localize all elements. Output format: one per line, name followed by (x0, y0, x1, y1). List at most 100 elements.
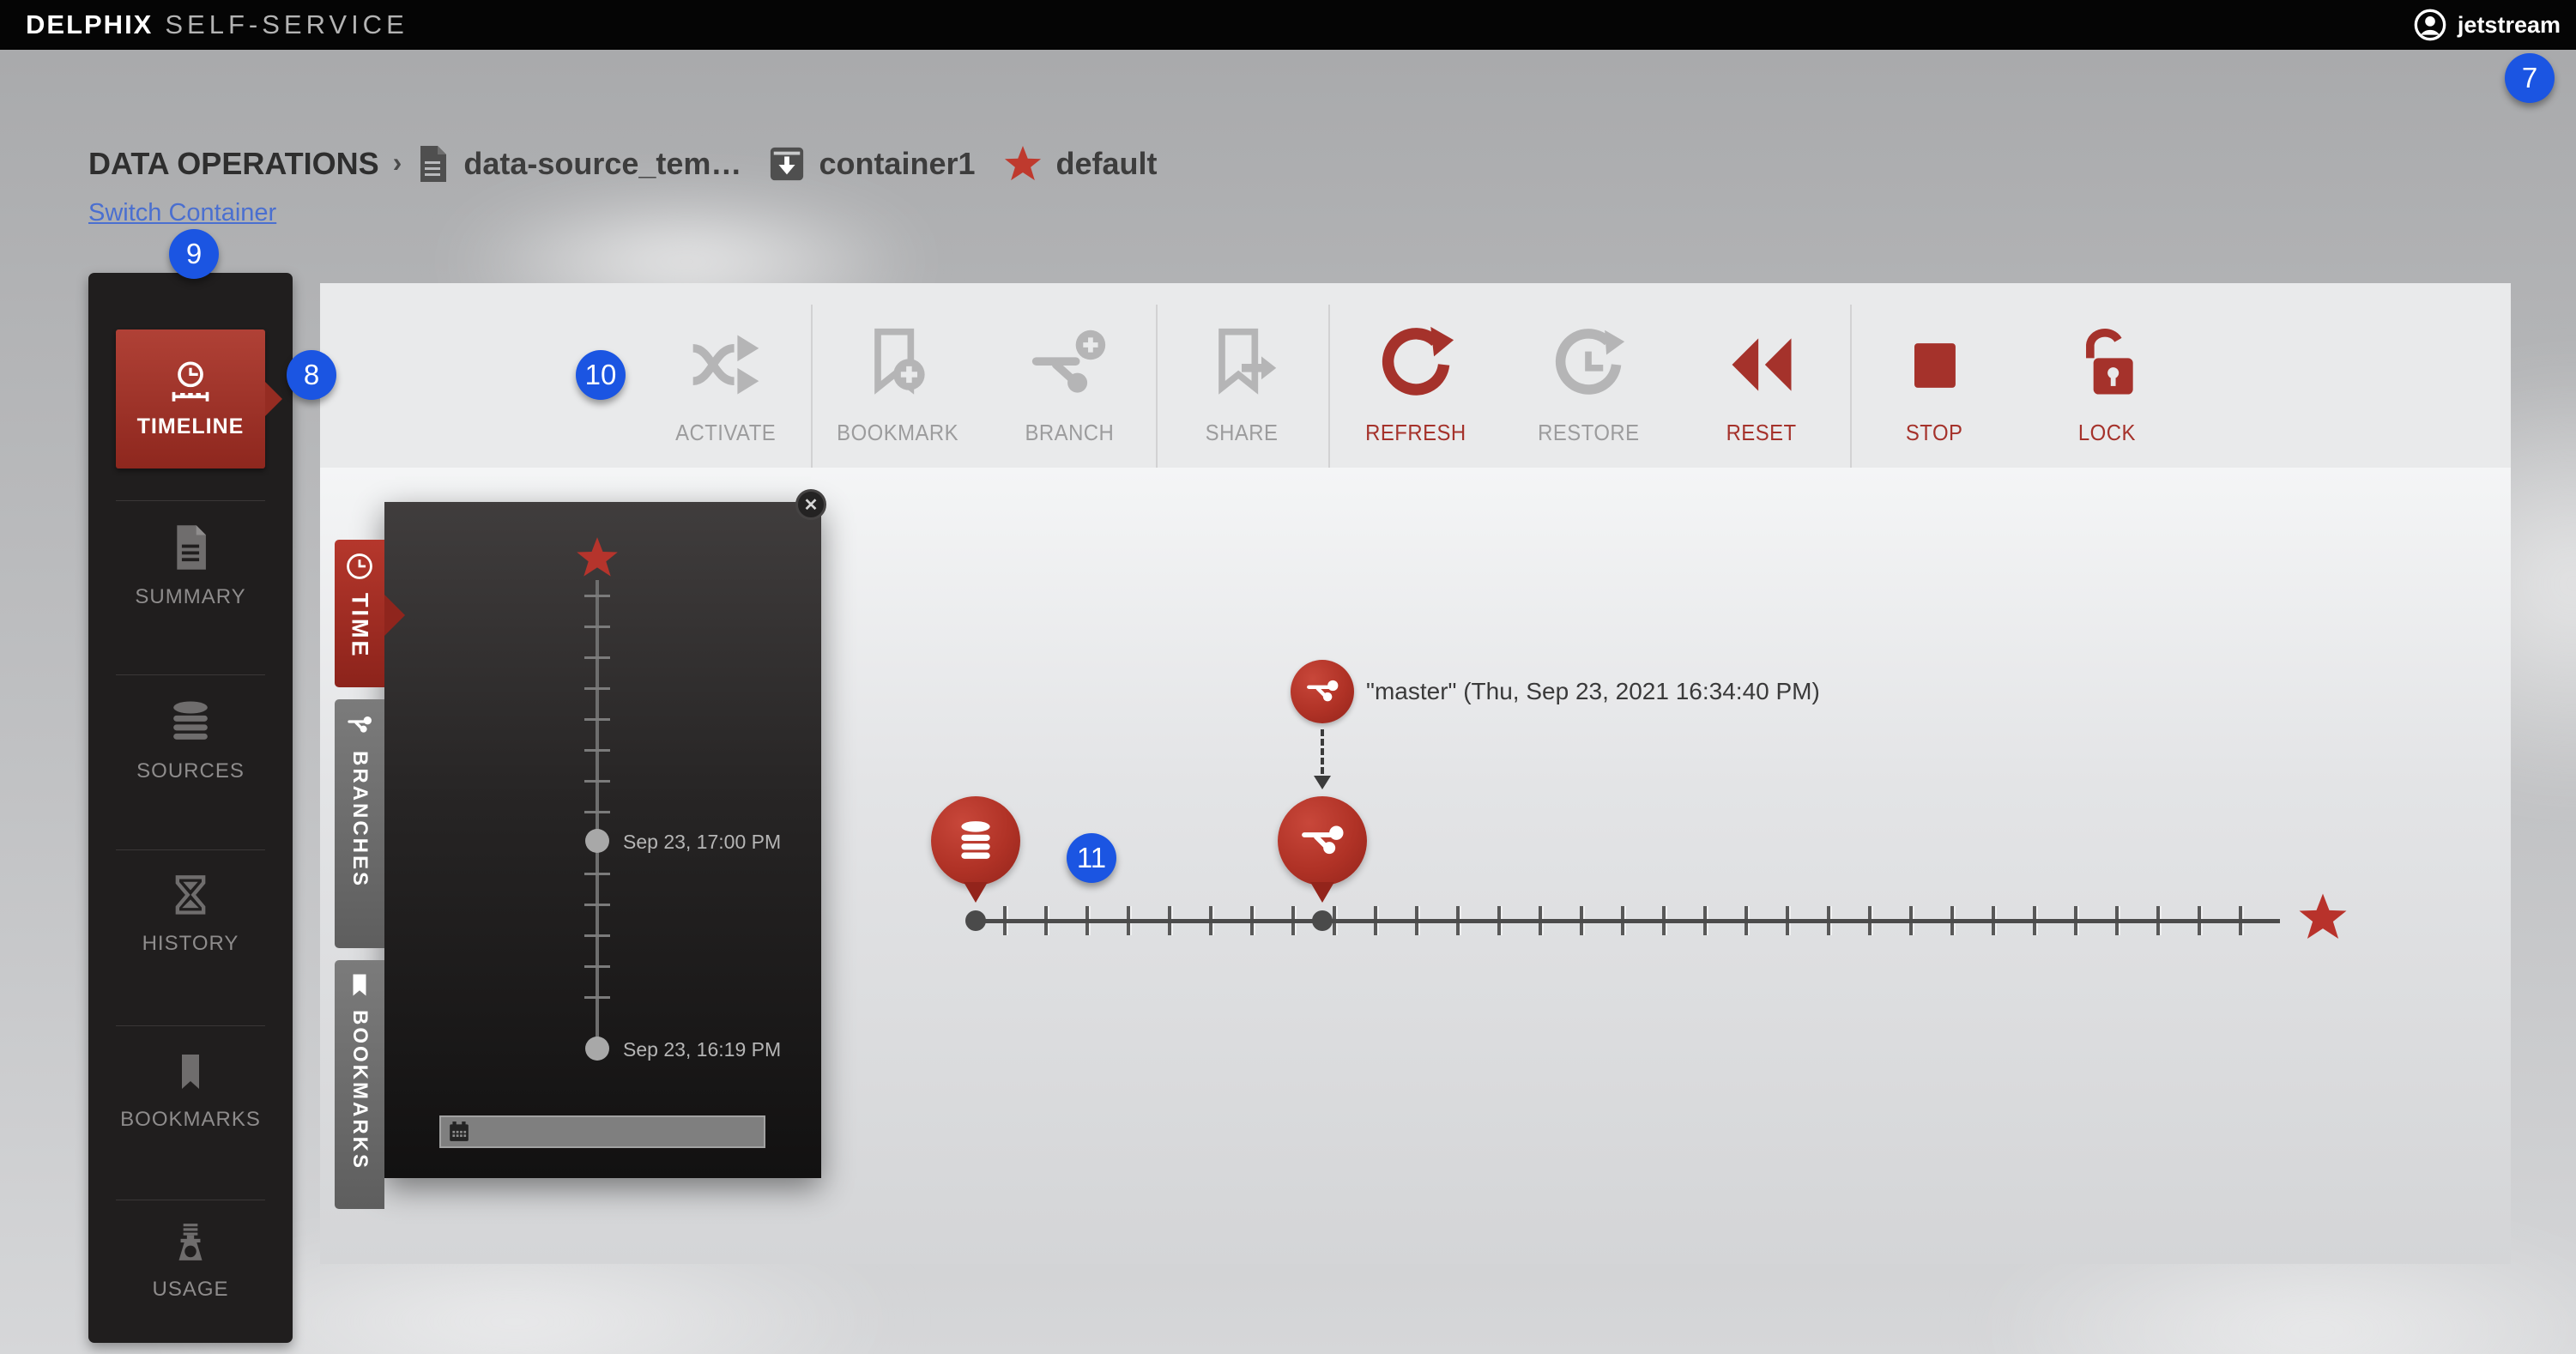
callout-badge-9: 9 (169, 229, 219, 279)
toolbar-button-restore[interactable]: RESTORE (1520, 300, 1657, 446)
toolbar-button-label: SHARE (1206, 420, 1279, 446)
sidebar-divider (116, 849, 265, 850)
sidebar-divider (116, 674, 265, 675)
sidebar-nav: TIMELINE SUMMARY (88, 273, 293, 1343)
sidebar-item-sources[interactable]: SOURCES (116, 699, 265, 783)
master-branch-annotation: "master" (Thu, Sep 23, 2021 16:34:40 PM) (1366, 678, 1820, 705)
toolbar-button-label: RESTORE (1538, 420, 1639, 446)
toolbar-button-share[interactable]: SHARE (1173, 300, 1310, 446)
database-icon (954, 819, 997, 862)
bookmark-icon (170, 1049, 211, 1094)
app-root: DELPHIX SELF-SERVICE jetstream DATA OPER… (0, 0, 2576, 1354)
refresh-icon (1376, 325, 1455, 404)
breadcrumb-container[interactable]: container1 (819, 146, 975, 182)
toolbar-button-bookmark[interactable]: BOOKMARK (829, 300, 966, 446)
toolbar-button-label: LOCK (2078, 420, 2136, 446)
source-marker-balloon[interactable] (931, 796, 1020, 886)
sidebar-item-label: USAGE (152, 1278, 228, 1302)
branch-marker-balloon[interactable] (1278, 796, 1367, 886)
popup-time-dot-top[interactable] (585, 829, 609, 853)
bookmark-icon (347, 972, 372, 998)
toolbar-button-stop[interactable]: STOP (1865, 300, 2003, 446)
toolbar-button-label: REFRESH (1365, 420, 1466, 446)
popup-timeline-line[interactable] (596, 580, 599, 1049)
main-timeline-line[interactable] (976, 919, 2280, 923)
clock-timeline-icon (168, 360, 213, 404)
timeline-popup: ✕ TIME BRANCHES (384, 502, 821, 1178)
sidebar-item-label: BOOKMARKS (120, 1108, 261, 1132)
popup-time-label-bottom: Sep 23, 16:19 PM (623, 1038, 781, 1061)
date-picker-input[interactable] (439, 1115, 765, 1148)
branch-icon (1298, 817, 1346, 865)
switch-container-link[interactable]: Switch Container (88, 199, 276, 227)
branch-plus-icon (1030, 325, 1109, 404)
sidebar-divider (116, 1025, 265, 1026)
popup-tab-label: BRANCHES (348, 751, 372, 888)
toolbar-divider (1156, 305, 1158, 468)
rewind-icon (1722, 325, 1801, 404)
template-document-icon (415, 144, 450, 184)
toolbar-button-reset[interactable]: RESET (1693, 300, 1830, 446)
toolbar-button-branch[interactable]: BRANCH (1001, 300, 1138, 446)
popup-time-dot-bottom[interactable] (585, 1037, 609, 1061)
toolbar-button-label: RESET (1726, 420, 1797, 446)
bookmark-plus-icon (858, 325, 937, 404)
popup-tab-branches[interactable]: BRANCHES (335, 699, 384, 948)
toolbar-button-label: BOOKMARK (837, 420, 958, 446)
callout-badge-8: 8 (287, 350, 336, 400)
sidebar-item-bookmarks[interactable]: BOOKMARKS (116, 1049, 265, 1132)
annotation-connector-line (1321, 729, 1324, 774)
annotation-arrow-icon (1314, 776, 1331, 789)
toolbar-button-lock[interactable]: LOCK (2038, 300, 2175, 446)
toolbar-divider (1850, 305, 1852, 468)
sidebar-item-timeline[interactable]: TIMELINE (116, 329, 265, 468)
popup-star-icon[interactable] (575, 536, 620, 583)
user-avatar-icon (2413, 8, 2447, 42)
sidebar-divider (116, 500, 265, 501)
brand-logo: DELPHIX SELF-SERVICE (26, 0, 408, 50)
master-branch-node[interactable] (1291, 660, 1354, 723)
timeline-end-star-icon[interactable] (2297, 892, 2349, 946)
open-padlock-icon (2067, 325, 2146, 404)
timeline-branch-dot[interactable] (1312, 910, 1333, 931)
callout-badge-11: 11 (1067, 833, 1116, 883)
restore-clock-icon (1549, 325, 1628, 404)
bookmark-arrow-icon (1202, 325, 1281, 404)
branch-icon (1304, 674, 1340, 710)
breadcrumb-branch[interactable]: default (1056, 146, 1158, 182)
sidebar-item-label: TIMELINE (137, 414, 245, 439)
breadcrumb-template[interactable]: data-source_tem… (463, 146, 741, 182)
calendar-icon (448, 1121, 470, 1143)
sidebar-item-history[interactable]: HISTORY (116, 873, 265, 956)
stop-square-icon (1895, 325, 1974, 404)
toolbar-button-label: STOP (1906, 420, 1963, 446)
branch-icon (346, 711, 373, 739)
toolbar-button-refresh[interactable]: REFRESH (1347, 300, 1485, 446)
toolbar-button-label: BRANCH (1025, 420, 1114, 446)
close-icon[interactable]: ✕ (795, 489, 826, 520)
hourglass-icon (168, 873, 213, 918)
callout-badge-10: 10 (576, 350, 626, 400)
callout-badge-7: 7 (2505, 53, 2555, 103)
popup-tab-label: BOOKMARKS (348, 1010, 372, 1170)
toolbar-button-activate[interactable]: ACTIVATE (657, 300, 795, 446)
breadcrumb-root[interactable]: DATA OPERATIONS (88, 146, 379, 182)
document-icon (168, 523, 213, 571)
timeline-origin-dot[interactable] (965, 910, 986, 931)
popup-tab-bookmarks[interactable]: BOOKMARKS (335, 960, 384, 1209)
popup-tab-label: TIME (347, 593, 373, 659)
brand-secondary: SELF-SERVICE (165, 9, 408, 40)
username-label: jetstream (2458, 12, 2561, 39)
container-box-icon (769, 146, 805, 182)
sidebar-item-summary[interactable]: SUMMARY (116, 523, 265, 609)
sidebar-item-usage[interactable]: USAGE (116, 1221, 265, 1302)
database-icon (166, 699, 215, 746)
clock-icon (345, 552, 374, 581)
popup-tab-time[interactable]: TIME (335, 540, 384, 687)
top-bar: DELPHIX SELF-SERVICE jetstream (0, 0, 2576, 50)
user-menu[interactable]: jetstream (2413, 0, 2561, 50)
breadcrumb-separator-icon: › (393, 147, 402, 182)
breadcrumb: DATA OPERATIONS › data-source_tem… conta… (88, 144, 1158, 184)
branch-star-icon (1003, 145, 1043, 183)
popup-time-label-top: Sep 23, 17:00 PM (623, 831, 781, 854)
